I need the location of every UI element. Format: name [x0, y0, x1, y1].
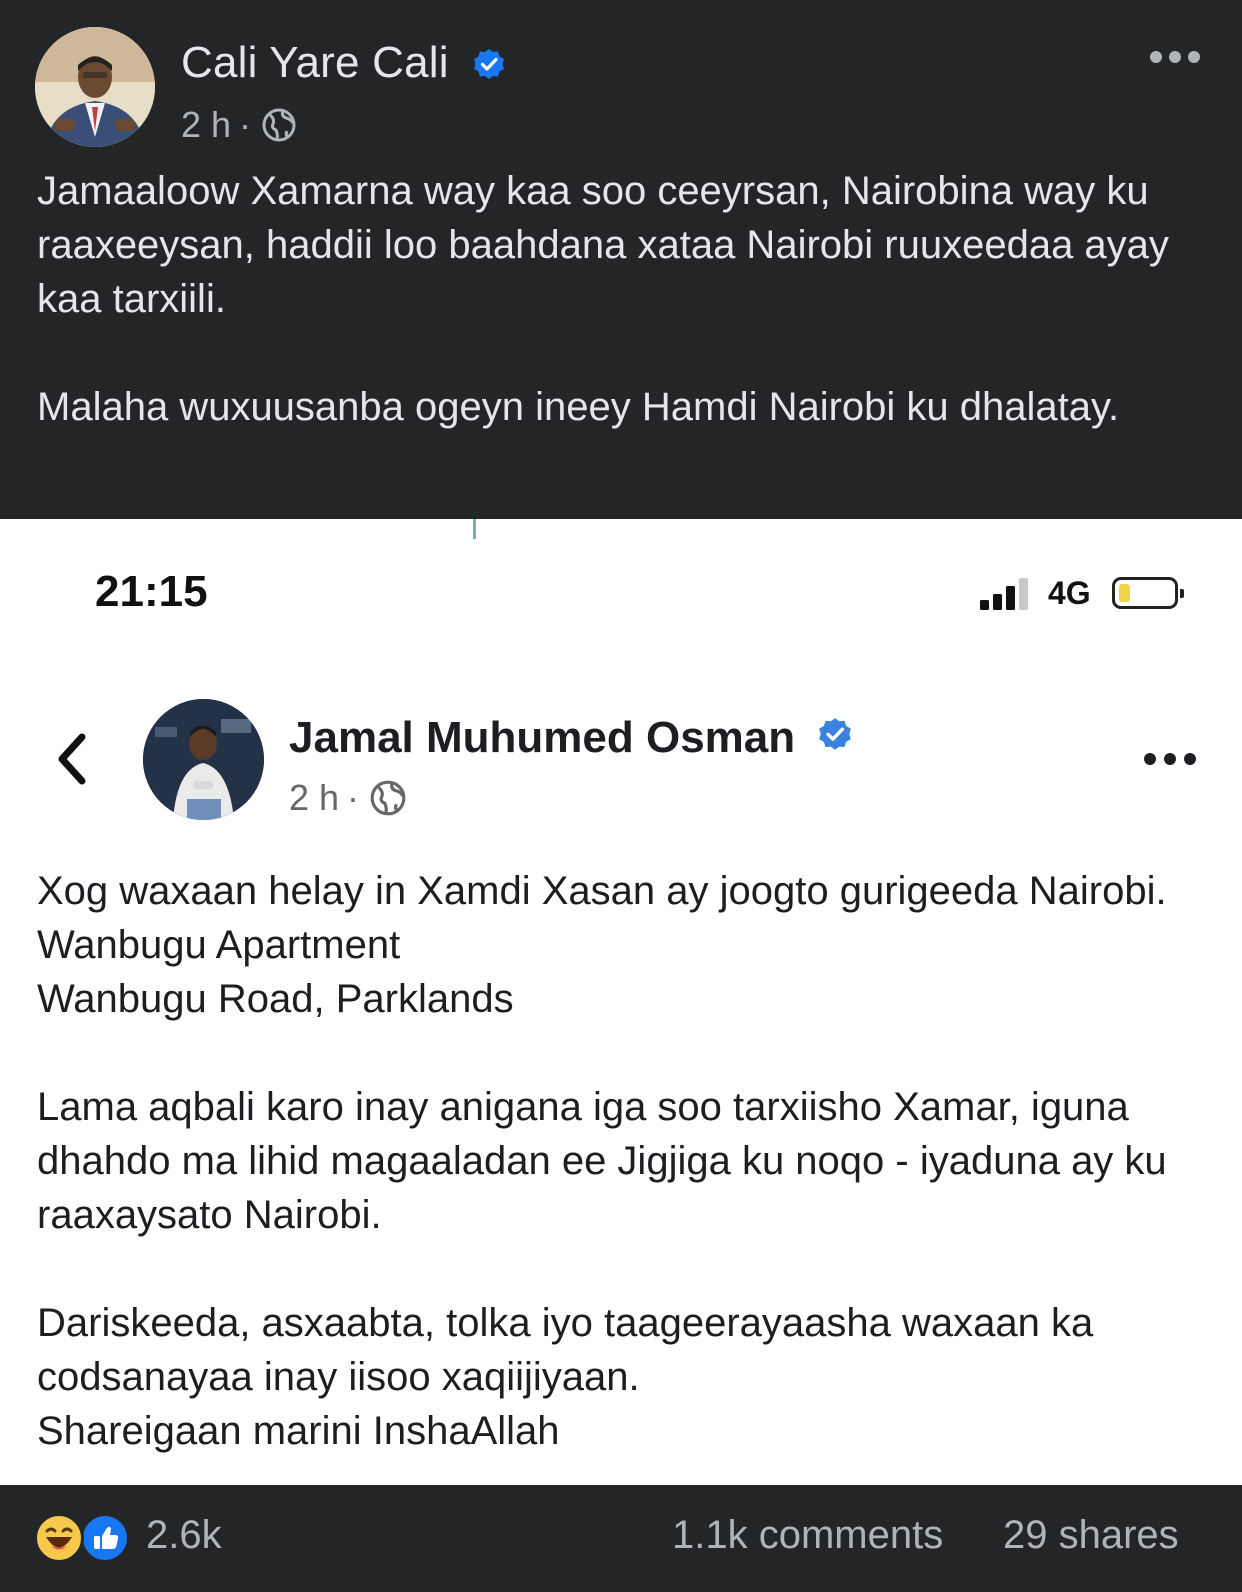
- reaction-count[interactable]: 2.6k: [146, 1513, 222, 1558]
- embedded-post-time: 2 h: [289, 777, 340, 818]
- like-reaction-icon: [80, 1513, 130, 1563]
- haha-reaction-icon: [34, 1513, 84, 1563]
- embedded-paragraph: Lama aqbali karo inay anigana iga soo ta…: [37, 1085, 1167, 1237]
- post-header: Cali Yare Cali 2 h ·: [0, 0, 1242, 160]
- post-paragraph: Malaha wuxuusanba ogeyn ineey Hamdi Nair…: [37, 385, 1120, 429]
- post-paragraph: Jamaaloow Xamarna way kaa soo ceeyrsan, …: [37, 169, 1169, 321]
- embedded-paragraph: Dariskeeda, asxaabta, tolka iyo taageera…: [37, 1301, 1094, 1453]
- post-meta: 2 h ·: [181, 104, 297, 146]
- reactions-bar: 2.6k 1.1k comments 29 shares: [0, 1485, 1242, 1592]
- signal-strength-icon: [980, 578, 1028, 610]
- crop-mark: [473, 519, 476, 539]
- profile-photo: [35, 27, 155, 147]
- meta-separator: ·: [239, 104, 252, 145]
- embedded-post-body: Xog waxaan helay in Xamdi Xasan ay joogt…: [37, 864, 1217, 1458]
- author-avatar[interactable]: [35, 27, 155, 147]
- back-arrow-icon[interactable]: [52, 731, 92, 787]
- reactions-summary[interactable]: [34, 1513, 138, 1565]
- shares-count[interactable]: 29 shares: [1003, 1513, 1179, 1558]
- post-body: Jamaaloow Xamarna way kaa soo ceeyrsan, …: [37, 164, 1217, 434]
- embedded-paragraph: Xog waxaan helay in Xamdi Xasan ay joogt…: [37, 869, 1167, 1021]
- globe-icon[interactable]: [261, 107, 297, 143]
- more-options-icon[interactable]: [1150, 42, 1200, 72]
- globe-icon: [370, 780, 406, 816]
- attached-screenshot[interactable]: 21:15 4G Jamal Muhumed Osman 2 h · Xog w…: [0, 519, 1242, 1485]
- profile-photo: [143, 699, 264, 820]
- verified-badge-icon: [474, 49, 504, 79]
- verified-badge-icon: [819, 718, 851, 750]
- comments-count[interactable]: 1.1k comments: [672, 1513, 943, 1558]
- post-time[interactable]: 2 h: [181, 104, 231, 146]
- embedded-post-meta: 2 h ·: [289, 777, 407, 819]
- battery-icon: [1112, 577, 1184, 609]
- status-bar-time: 21:15: [95, 567, 208, 616]
- meta-separator: ·: [347, 777, 360, 818]
- author-name[interactable]: Cali Yare Cali: [181, 38, 449, 88]
- embedded-author-avatar[interactable]: [143, 699, 264, 820]
- embedded-author-name[interactable]: Jamal Muhumed Osman: [289, 713, 795, 763]
- network-type: 4G: [1048, 575, 1091, 611]
- more-options-icon: [1144, 749, 1196, 769]
